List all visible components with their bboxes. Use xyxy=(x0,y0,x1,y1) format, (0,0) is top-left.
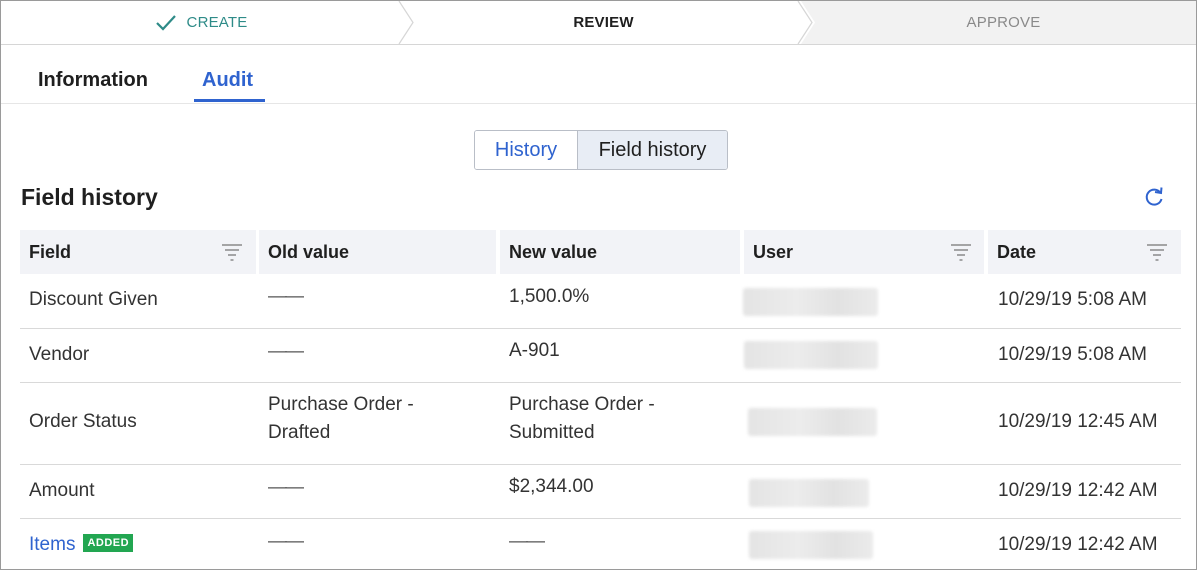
refresh-icon[interactable] xyxy=(1142,185,1166,209)
field-cell: Order Status xyxy=(29,411,137,432)
tab-information[interactable]: Information xyxy=(38,69,148,92)
new-value-cell: 1,500.0% xyxy=(509,286,590,307)
old-value-cell: —— xyxy=(268,477,304,498)
date-cell: 10/29/19 5:08 AM xyxy=(998,344,1147,365)
step-review[interactable]: REVIEW xyxy=(406,1,801,44)
items-link[interactable]: Items xyxy=(29,534,75,555)
column-header-new-value[interactable]: New value xyxy=(500,230,740,274)
old-value-line: Purchase Order - xyxy=(268,394,414,415)
user-cell-redacted xyxy=(743,288,878,316)
old-value-cell: —— xyxy=(268,341,304,362)
section-title: Field history xyxy=(21,184,158,210)
date-cell: 10/29/19 5:08 AM xyxy=(998,289,1147,310)
field-cell: Amount xyxy=(29,480,95,501)
column-header-field[interactable]: Field xyxy=(20,230,256,274)
field-cell: Items ADDED xyxy=(29,531,134,559)
step-create-label: CREATE xyxy=(186,14,248,31)
column-header-user[interactable]: User xyxy=(744,230,984,274)
column-user-label: User xyxy=(753,241,794,262)
new-value-cell: —— xyxy=(509,531,545,552)
tab-audit[interactable]: Audit xyxy=(202,69,253,92)
user-cell-redacted xyxy=(749,479,869,507)
case-audit-panel: CREATE REVIEW APPROVE Information Audit … xyxy=(0,0,1197,570)
field-cell: Vendor xyxy=(29,344,90,365)
new-value-cell: Purchase Order - Submitted xyxy=(509,391,655,447)
date-cell: 10/29/19 12:42 AM xyxy=(998,480,1158,501)
column-header-date[interactable]: Date xyxy=(988,230,1181,274)
history-view-toggle: History Field history xyxy=(474,130,728,170)
column-field-label: Field xyxy=(29,241,72,262)
table-row: Amount —— $2,344.00 10/29/19 12:42 AM xyxy=(20,465,1181,519)
old-value-cell: —— xyxy=(268,286,304,307)
step-create[interactable]: CREATE xyxy=(1,1,401,44)
stage-stepper: CREATE REVIEW APPROVE xyxy=(1,1,1196,45)
old-value-cell: Purchase Order - Drafted xyxy=(268,391,414,447)
step-approve-label: APPROVE xyxy=(966,14,1041,31)
check-icon xyxy=(155,14,176,31)
column-old-value-label: Old value xyxy=(268,241,350,262)
field-history-button[interactable]: Field history xyxy=(578,131,727,169)
old-value-line: Drafted xyxy=(268,422,331,443)
new-value-cell: $2,344.00 xyxy=(509,476,594,497)
history-button[interactable]: History xyxy=(475,131,578,169)
table-row: Discount Given —— 1,500.0% 10/29/19 5:08… xyxy=(20,274,1181,329)
added-badge: ADDED xyxy=(83,534,134,552)
new-value-cell: A-901 xyxy=(509,340,560,361)
table-row: Items ADDED —— —— 10/29/19 12:42 AM xyxy=(20,519,1181,569)
tab-bar: Information Audit xyxy=(1,45,1196,104)
column-date-label: Date xyxy=(997,241,1037,262)
table-row: Order Status Purchase Order - Drafted Pu… xyxy=(20,383,1181,465)
field-cell: Discount Given xyxy=(29,289,158,310)
user-cell-redacted xyxy=(748,408,877,436)
date-cell: 10/29/19 12:45 AM xyxy=(998,411,1158,432)
column-new-value-label: New value xyxy=(509,241,598,262)
table-row: Vendor —— A-901 10/29/19 5:08 AM xyxy=(20,329,1181,383)
step-approve[interactable]: APPROVE xyxy=(806,1,1196,44)
date-cell: 10/29/19 12:42 AM xyxy=(998,534,1158,555)
new-value-line: Submitted xyxy=(509,422,595,443)
old-value-cell: —— xyxy=(268,531,304,552)
active-tab-indicator xyxy=(194,99,265,102)
filter-icon[interactable] xyxy=(1146,241,1168,263)
column-header-old-value[interactable]: Old value xyxy=(259,230,496,274)
user-cell-redacted xyxy=(749,531,873,559)
user-cell-redacted xyxy=(744,341,878,369)
step-review-label: REVIEW xyxy=(573,14,634,31)
new-value-line: Purchase Order - xyxy=(509,394,655,415)
filter-icon[interactable] xyxy=(950,241,972,263)
filter-icon[interactable] xyxy=(221,241,243,263)
